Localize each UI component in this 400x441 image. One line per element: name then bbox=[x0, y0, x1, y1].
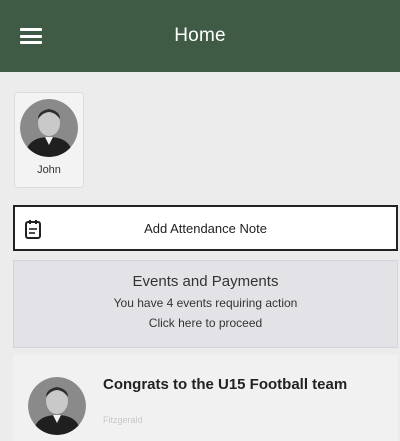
news-post-card[interactable]: Congrats to the U15 Football team Fitzge… bbox=[13, 355, 398, 441]
page-title: Home bbox=[174, 25, 226, 46]
events-action-count: You have 4 events requiring action bbox=[113, 296, 298, 310]
news-title: Congrats to the U15 Football team bbox=[103, 376, 348, 393]
add-attendance-note-button[interactable]: Add Attendance Note bbox=[13, 205, 398, 251]
events-proceed-link[interactable]: Click here to proceed bbox=[149, 316, 262, 330]
news-author: Fitzgerald bbox=[103, 415, 143, 425]
events-and-payments-card[interactable]: Events and Payments You have 4 events re… bbox=[13, 260, 398, 348]
user-avatar-icon bbox=[28, 377, 86, 435]
events-title: Events and Payments bbox=[132, 273, 279, 290]
attendance-label: Add Attendance Note bbox=[144, 220, 267, 236]
notepad-icon bbox=[25, 220, 41, 239]
app-root: Home John Add Attendance Note Events and… bbox=[0, 0, 400, 441]
top-app-bar: Home bbox=[0, 0, 400, 72]
profile-card-john[interactable]: John bbox=[14, 92, 84, 188]
hamburger-menu-icon[interactable] bbox=[20, 28, 42, 44]
user-avatar-icon bbox=[20, 99, 78, 157]
profile-name: John bbox=[37, 164, 61, 176]
